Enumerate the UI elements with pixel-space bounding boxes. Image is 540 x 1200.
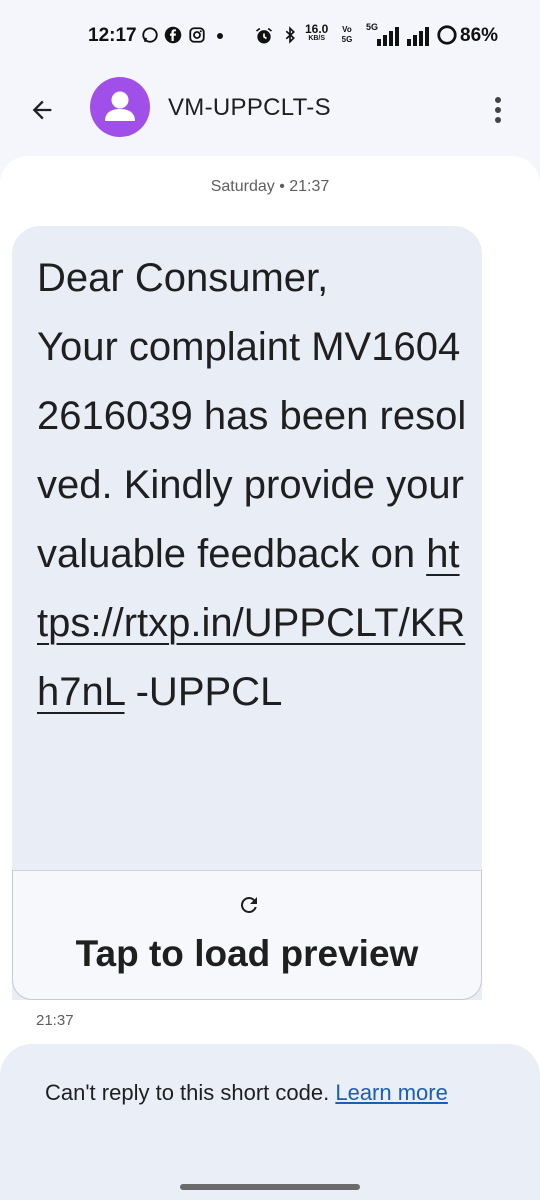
message-signature: -UPPCL [124,670,283,714]
network-speed-unit: KB/S [308,35,326,42]
message-text: Dear Consumer, Your complaint MV16042616… [37,244,467,727]
notification-dot [217,33,223,39]
signal-icon [407,27,429,46]
network-speed-value: 16.0 [305,22,329,36]
avatar[interactable] [90,77,150,137]
whatsapp-icon [142,27,158,43]
person-icon [105,91,135,121]
status-bar: 12:17 16.0 KB/S Vo 5G 5G 86% [0,0,540,72]
reply-notice-text: Can't reply to this short code. [45,1080,336,1105]
date-separator: Saturday • 21:37 [210,178,330,195]
message-body: Dear Consumer, Your complaint MV16042616… [37,256,467,576]
back-button[interactable] [22,90,62,130]
preview-label: Tap to load preview [75,933,419,974]
home-indicator[interactable] [180,1184,360,1190]
learn-more-link[interactable]: Learn more [335,1080,448,1105]
more-vert-icon [495,97,501,123]
contact-name[interactable]: VM-UPPCLT-S [168,94,331,122]
alarm-icon [256,27,272,44]
conversation-panel: Saturday • 21:37 Dear Consumer, Your com… [0,156,540,1200]
arrow-back-icon [32,100,52,120]
reply-notice: Can't reply to this short code. Learn mo… [45,1074,465,1111]
message-timestamp: 21:37 [36,1012,74,1029]
network-speed: 16.0 KB/S [305,23,328,43]
battery-icon [437,25,457,45]
bluetooth-icon [285,26,295,44]
facebook-icon [164,26,182,44]
reply-notice-panel: Can't reply to this short code. Learn mo… [0,1044,540,1200]
conversation-header: VM-UPPCLT-S [0,72,540,152]
volte-indicator: Vo 5G [341,25,353,44]
refresh-icon [240,896,257,913]
link-preview-button[interactable]: Tap to load preview [12,870,482,1000]
signal-icon [377,27,399,46]
more-options-button[interactable] [482,90,514,130]
battery-level: 86% [460,25,499,46]
status-time: 12:17 [88,25,137,46]
instagram-icon [189,27,205,43]
